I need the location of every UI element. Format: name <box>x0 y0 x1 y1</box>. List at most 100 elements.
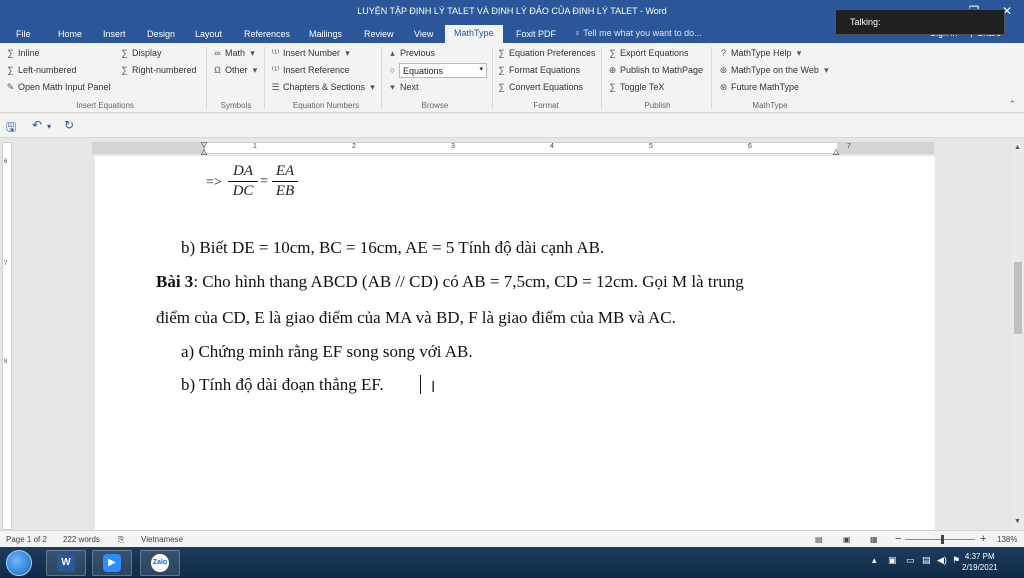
tab-design[interactable]: Design <box>143 27 179 43</box>
web-layout-icon[interactable]: ▦ <box>870 535 878 544</box>
ruler-right-margin <box>837 143 933 153</box>
undo-icon[interactable]: ↶ <box>32 118 42 132</box>
tab-review[interactable]: Review <box>360 27 398 43</box>
chapters-sections-button[interactable]: ☰ Chapters & Sections ▾ <box>271 80 377 94</box>
right-indent-marker[interactable]: △ <box>833 147 839 156</box>
start-button-icon[interactable] <box>6 550 32 576</box>
volume-icon[interactable]: ◀) <box>937 555 947 566</box>
save-icon[interactable]: 🖫 <box>6 118 16 139</box>
redo-icon[interactable]: ↻ <box>64 118 74 132</box>
tab-foxit-pdf[interactable]: Foxit PDF <box>512 27 560 43</box>
group-label-mathtype: MathType <box>752 101 788 110</box>
group-label-browse: Browse <box>421 101 449 110</box>
system-clock[interactable]: 4:37 PM 2/19/2021 <box>962 551 998 573</box>
tray-expand-icon[interactable]: ▴ <box>872 555 877 566</box>
question-b1: b) Biết DE = 10cm, BC = 16cm, AE = 5 Tín… <box>181 238 605 257</box>
ruler-left-margin <box>93 143 205 153</box>
bai3-paragraph: Bài 3: Cho hình thang ABCD (AB // CD) có… <box>156 272 744 292</box>
zoom-in-icon[interactable]: + <box>980 533 986 545</box>
flag-icon[interactable]: ⚑ <box>952 555 960 566</box>
insert-number-button[interactable]: ⁽¹⁾ Insert Number ▾ <box>271 46 352 60</box>
previous-button[interactable]: ▴ Previous <box>388 46 435 60</box>
zoom-taskbar-button[interactable]: ▶ <box>92 550 132 576</box>
toggle-tex-button[interactable]: ∑ Toggle TeX <box>608 80 664 94</box>
network-icon[interactable]: ▤ <box>922 555 931 566</box>
math-input-icon: ✎ <box>6 81 15 92</box>
open-math-input-button[interactable]: ✎ Open Math Input Panel <box>6 80 111 94</box>
tab-file[interactable]: File <box>12 27 35 43</box>
fraction-numerator: EA <box>275 163 295 179</box>
scroll-down-icon[interactable]: ▼ <box>1014 518 1021 525</box>
language-indicator[interactable]: Vietnamese <box>141 535 183 544</box>
zoom-slider[interactable] <box>905 539 975 540</box>
tab-layout[interactable]: Layout <box>191 27 226 43</box>
arrow-up-icon: ▴ <box>390 47 395 58</box>
tex-icon: ∑ <box>609 82 616 92</box>
fraction-numerator: DA <box>233 163 253 179</box>
word-icon: W <box>57 554 75 572</box>
export-equations-button[interactable]: ∑ Export Equations <box>608 46 688 60</box>
question-b2: b) Tính độ dài đoạn thẳng EF. <box>181 375 384 394</box>
vertical-scrollbar[interactable]: ▲ ▼ <box>1012 142 1024 530</box>
browse-dropdown[interactable]: Equations ▾ <box>399 63 487 78</box>
math-symbols-dropdown[interactable]: ∞ Math ▾ <box>213 46 257 60</box>
proofing-icon[interactable]: ⎘ <box>118 535 124 545</box>
browse-dropdown-value: Equations <box>403 66 444 76</box>
mathtype-help-button[interactable]: ? MathType Help ▾ <box>719 46 804 60</box>
zoom-level[interactable]: 138% <box>997 535 1017 544</box>
ibeam-cursor-icon: I <box>431 378 436 396</box>
equals-sign: = <box>260 174 268 189</box>
undo-dropdown-icon[interactable]: ▾ <box>47 122 51 131</box>
collapse-ribbon-icon[interactable]: ⌃ <box>1008 99 1016 110</box>
page-count[interactable]: Page 1 of 2 <box>6 535 47 544</box>
future-mathtype-button[interactable]: ⊛ Future MathType <box>719 80 799 94</box>
convert-equations-button[interactable]: ∑ Convert Equations <box>497 80 583 94</box>
publish-mathpage-button[interactable]: ⊕ Publish to MathPage <box>608 63 703 77</box>
hanging-indent-marker[interactable]: △ <box>201 147 207 156</box>
ribbon-separator <box>601 47 602 109</box>
bai3-text-line2: điểm của CD, E là giao điểm của MA và BD… <box>156 308 676 327</box>
omega-icon: Ω <box>214 65 221 75</box>
tab-references[interactable]: References <box>240 27 294 43</box>
ribbon-separator <box>264 47 265 109</box>
left-numbered-button[interactable]: ∑ Left-numbered <box>6 63 76 77</box>
format-equations-button[interactable]: ∑ Format Equations <box>497 63 580 77</box>
scroll-up-icon[interactable]: ▲ <box>1014 144 1021 151</box>
ribbon-separator <box>711 47 712 109</box>
web-icon: ⊛ <box>719 64 728 75</box>
tab-view[interactable]: View <box>410 27 437 43</box>
zoom-app-icon: ▶ <box>103 554 121 572</box>
inline-button[interactable]: ∑ Inline <box>6 46 39 60</box>
word-count[interactable]: 222 words <box>63 535 100 544</box>
other-symbols-dropdown[interactable]: Ω Other ▾ <box>213 63 260 77</box>
zalo-taskbar-button[interactable]: Zalo <box>140 550 180 576</box>
right-numbered-button[interactable]: ∑ Right-numbered <box>120 63 196 77</box>
fraction-denominator: DC <box>232 183 254 199</box>
infinity-icon: ∞ <box>214 48 221 58</box>
tell-me-search[interactable]: ♀ Tell me what you want to do... <box>574 28 702 38</box>
future-icon: ⊛ <box>719 81 728 92</box>
tab-home[interactable]: Home <box>54 27 86 43</box>
tray-app-icon[interactable]: ▣ <box>888 555 897 566</box>
read-mode-icon[interactable]: ▤ <box>815 535 823 544</box>
preferences-icon: ∑ <box>498 48 505 58</box>
tab-mathtype[interactable]: MathType <box>445 25 503 43</box>
print-layout-icon[interactable]: ▣ <box>843 535 851 544</box>
browse-target-icon: ○ <box>389 65 396 75</box>
tray-monitor-icon[interactable]: ▭ <box>906 555 915 566</box>
next-button[interactable]: ▾ Next <box>388 80 418 94</box>
insert-reference-button[interactable]: ⁽¹⁾ Insert Reference <box>271 63 350 77</box>
zoom-slider-thumb[interactable] <box>941 535 944 544</box>
display-button[interactable]: ∑ Display <box>120 46 161 60</box>
equation-preferences-button[interactable]: ∑ Equation Preferences <box>497 46 595 60</box>
tab-mailings[interactable]: Mailings <box>305 27 346 43</box>
zoom-out-icon[interactable]: − <box>895 533 901 545</box>
scrollbar-thumb[interactable] <box>1014 262 1022 334</box>
reference-icon: ⁽¹⁾ <box>271 64 280 75</box>
talking-label: Talking: <box>850 17 881 27</box>
mathtype-on-web-button[interactable]: ⊛ MathType on the Web ▾ <box>719 63 831 77</box>
tab-insert[interactable]: Insert <box>99 27 130 43</box>
fraction-ea-eb[interactable]: EA EB <box>272 163 298 200</box>
fraction-da-dc[interactable]: DA DC <box>228 163 258 200</box>
word-taskbar-button[interactable]: W <box>46 550 86 576</box>
